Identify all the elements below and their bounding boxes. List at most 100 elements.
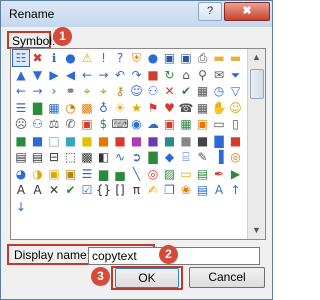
frown-icon[interactable]: ☹ — [13, 116, 29, 132]
eye-icon[interactable]: ◉ — [129, 116, 145, 132]
yellow-square-icon[interactable]: ■ — [79, 133, 95, 149]
open-folder-icon[interactable]: ▬ — [228, 50, 244, 66]
lock-icon[interactable]: ⌖ — [79, 83, 95, 99]
stack-icon[interactable]: ☰ — [79, 166, 95, 182]
error-icon[interactable]: ✖ — [30, 50, 46, 66]
color-box-icon[interactable]: ▣ — [195, 116, 211, 132]
chart-icon[interactable]: ▇ — [30, 100, 46, 116]
flag-icon[interactable]: ⚑ — [145, 100, 161, 116]
print-icon[interactable]: ⎙ — [195, 50, 211, 66]
orange-square-icon[interactable]: ■ — [96, 133, 112, 149]
red-square-icon[interactable]: ■ — [112, 133, 128, 149]
people-icon[interactable]: ⚇ — [30, 116, 46, 132]
braces-icon[interactable]: {} — [96, 182, 112, 198]
scroll-thumb[interactable] — [250, 69, 264, 99]
light-square-icon[interactable]: □ — [46, 133, 62, 149]
shield-icon[interactable]: ⛨ — [129, 50, 145, 66]
save-as-icon[interactable]: ▣ — [178, 50, 194, 66]
red-icon[interactable]: ■ — [228, 133, 244, 149]
puzzle-icon[interactable]: ▩ — [79, 100, 95, 116]
right-icon[interactable]: ▶ — [46, 67, 62, 83]
scale-icon[interactable]: ⚖ — [46, 116, 62, 132]
exclamation-icon[interactable]: ! — [96, 50, 112, 66]
folder-icon[interactable]: ▬ — [211, 50, 227, 66]
cylinder-icon[interactable]: ⌸ — [178, 149, 194, 165]
checker-icon[interactable]: ▩ — [79, 149, 95, 165]
down-icon[interactable]: ▼ — [30, 67, 46, 83]
color-palette-icon[interactable]: ▣ — [162, 116, 178, 132]
box-icon[interactable]: ▣ — [46, 166, 62, 182]
up-icon[interactable]: ▲ — [13, 67, 29, 83]
ring-icon[interactable]: ◎ — [228, 149, 244, 165]
pie-chart-icon[interactable]: ◔ — [63, 100, 79, 116]
bottom-box-icon[interactable]: ▤ — [30, 149, 46, 165]
pencil-icon[interactable]: ✎ — [195, 149, 211, 165]
brush-icon[interactable]: ✍ — [145, 182, 161, 198]
book-icon[interactable]: ☰ — [13, 100, 29, 116]
close-button[interactable]: ✖ — [224, 2, 270, 21]
paint-icon[interactable]: ✒ — [211, 166, 227, 182]
scroll-down-icon[interactable]: ▼ — [248, 222, 265, 239]
minus-box-icon[interactable]: ⊟ — [46, 149, 62, 165]
arrow-down-icon[interactable]: ↓ — [13, 199, 29, 215]
donut-icon[interactable]: ◕ — [13, 166, 29, 182]
pie-icon[interactable]: ◑ — [30, 166, 46, 182]
gray-square-icon[interactable]: ■ — [178, 133, 194, 149]
close-x-icon[interactable]: ✕ — [162, 83, 178, 99]
green-chart-icon[interactable]: ▅ — [112, 166, 128, 182]
brackets-icon[interactable]: [] — [112, 182, 128, 198]
computer-icon[interactable]: ⌨ — [112, 116, 128, 132]
dollar-icon[interactable]: $ — [96, 116, 112, 132]
font-icon[interactable]: A — [211, 182, 227, 198]
check-mark-icon[interactable]: ✔ — [178, 83, 194, 99]
x-icon[interactable]: ✕ — [46, 182, 62, 198]
text-a-icon[interactable]: A — [13, 182, 29, 198]
group-icon[interactable]: ⚇ — [145, 83, 161, 99]
dotted-box-icon[interactable]: ⬚ — [63, 149, 79, 165]
ruler-icon[interactable]: ▭ — [178, 166, 194, 182]
blue-circle-icon[interactable]: ● — [145, 50, 161, 66]
unlock-icon[interactable]: ⌖ — [96, 83, 112, 99]
forward-arrow-icon[interactable]: → — [96, 67, 112, 83]
phone-handset-icon[interactable]: ✆ — [63, 116, 79, 132]
refresh-icon[interactable]: ↻ — [162, 67, 178, 83]
stop-icon[interactable]: ■ — [145, 67, 161, 83]
mail-icon[interactable]: ✉ — [211, 67, 227, 83]
org-chart-icon[interactable]: ☷ — [12, 49, 30, 67]
sheet-icon[interactable]: ▤ — [195, 166, 211, 182]
chevron-right-icon[interactable]: › — [46, 83, 62, 99]
purple-square-icon[interactable]: ■ — [145, 133, 161, 149]
blue-square-icon[interactable]: ■ — [30, 133, 46, 149]
play-icon[interactable]: ▶ — [228, 166, 244, 182]
sheet-edit-icon[interactable]: ▤ — [195, 182, 211, 198]
arrow-circle-icon[interactable]: ➲ — [129, 149, 145, 165]
arrow-up-icon[interactable]: ↑ — [228, 182, 244, 198]
tile-icon[interactable]: ▦ — [178, 116, 194, 132]
question-icon[interactable]: ? — [112, 50, 128, 66]
home-icon[interactable]: ⌂ — [178, 67, 194, 83]
columns-icon[interactable]: ▐ — [211, 149, 227, 165]
star-icon[interactable]: ★ — [129, 100, 145, 116]
split-box-icon[interactable]: ◧ — [96, 149, 112, 165]
bars-icon[interactable]: ▇ — [145, 149, 161, 165]
search-icon[interactable]: ⚲ — [195, 67, 211, 83]
top-box-icon[interactable]: ▤ — [13, 149, 29, 165]
cloud-icon[interactable]: ☁ — [145, 116, 161, 132]
bar-chart-icon[interactable]: ▆ — [96, 166, 112, 182]
arrow-right-icon[interactable]: → — [30, 83, 46, 99]
magenta-square-icon[interactable]: ■ — [129, 133, 145, 149]
vertical-scrollbar[interactable]: ▲ ▼ — [247, 49, 265, 239]
wave-icon[interactable]: ∿ — [112, 149, 128, 165]
help-button[interactable]: ? — [198, 2, 222, 21]
redo-icon[interactable]: ↷ — [129, 67, 145, 83]
info-icon[interactable]: ℹ — [46, 50, 62, 66]
chart-bars-icon[interactable]: ▇ — [211, 133, 227, 149]
table-icon[interactable]: ▦ — [46, 100, 62, 116]
document-icon[interactable]: ▯ — [228, 116, 244, 132]
list-check-icon[interactable]: ☑ — [79, 182, 95, 198]
phone-icon[interactable]: ☎ — [178, 100, 194, 116]
dots-icon[interactable]: ● — [63, 50, 79, 66]
ok-button[interactable]: OK — [115, 268, 179, 288]
palette-icon[interactable]: ❀ — [178, 182, 194, 198]
heart-icon[interactable]: ♥ — [162, 100, 178, 116]
